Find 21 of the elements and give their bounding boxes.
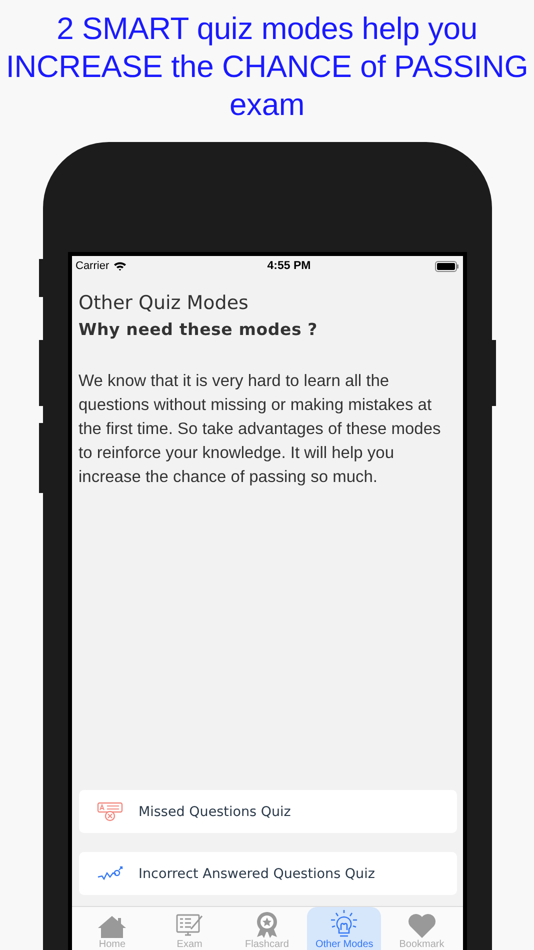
exam-monitor-icon <box>174 913 205 939</box>
trend-line-icon <box>96 866 122 882</box>
tab-item[interactable]: Flashcard <box>230 907 304 950</box>
status-time: 4:55 PM <box>267 260 311 272</box>
answer-sheet-x-icon <box>96 802 122 822</box>
tab-item[interactable]: Exam <box>152 907 227 950</box>
battery-icon <box>434 260 458 272</box>
headline: 2 SMART quiz modes help you INCREASE the CHANCE of PASSING exam <box>4 10 530 124</box>
page-subtitle: Why need these modes ? <box>78 320 318 339</box>
tab-item[interactable]: Other Modes <box>307 907 382 950</box>
description-text: We know that it is very hard to learn all the questions without missing or making mistakes at the first time. So take advantages of these modes to reinforce your knowledge. It will help you increase the chance of passing so much. <box>78 371 442 488</box>
page-title: Other Quiz Modes <box>78 292 250 314</box>
wifi-icon <box>113 261 128 271</box>
carrier-label: Carrier <box>76 260 110 272</box>
mode-button[interactable]: Incorrect Answered Questions Quiz <box>78 852 456 895</box>
mode-button[interactable]: Missed Questions Quiz <box>78 790 456 833</box>
tab-item[interactable]: Home <box>75 907 150 950</box>
house-icon <box>97 915 128 939</box>
light-bulb-icon <box>329 909 360 939</box>
heart-icon <box>406 913 437 939</box>
tab-item[interactable]: Bookmark <box>384 907 459 950</box>
